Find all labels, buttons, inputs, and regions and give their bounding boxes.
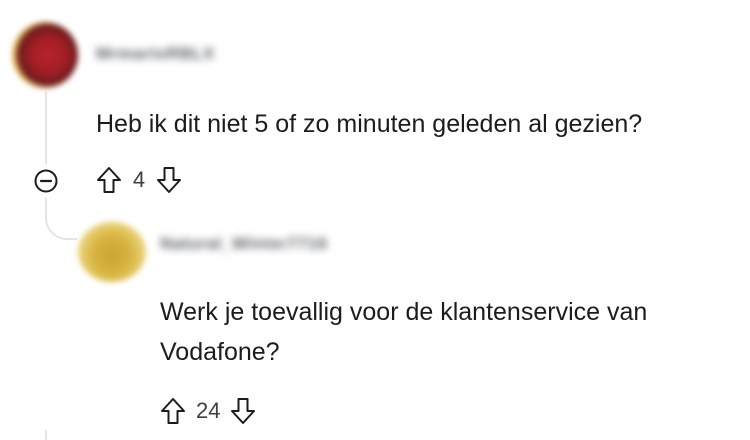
vote-count: 4: [132, 167, 146, 192]
comment-body: Werk je toevallig voor de klantenservice…: [160, 292, 647, 372]
username[interactable]: Natural_Winter7716: [160, 234, 328, 254]
thread-line-continuation: [45, 430, 47, 440]
downvote-button[interactable]: [152, 162, 186, 198]
avatar[interactable]: [12, 22, 78, 88]
arrow-down-outline-icon: [157, 167, 181, 193]
vote-controls: 4: [92, 162, 186, 198]
arrow-down-outline-icon: [231, 398, 256, 424]
avatar[interactable]: [78, 222, 146, 282]
comment-body-line: Vodafone?: [160, 338, 280, 366]
minus-circle-icon: [34, 169, 58, 193]
arrow-up-outline-icon: [161, 398, 185, 424]
comment-thread: MrmarioRBLX Heb ik dit niet 5 of zo minu…: [0, 0, 750, 440]
vote-count: 24: [196, 398, 221, 423]
comment-body: Heb ik dit niet 5 of zo minuten geleden …: [96, 110, 643, 138]
upvote-button[interactable]: [156, 393, 190, 429]
vote-controls: 24: [156, 393, 260, 429]
arrow-up-outline-icon: [97, 167, 121, 193]
reply-connector: [45, 198, 77, 240]
downvote-button[interactable]: [226, 393, 260, 429]
upvote-button[interactable]: [92, 162, 126, 198]
comment-body-line: Werk je toevallig voor de klantenservice…: [160, 298, 648, 326]
thread-line: [45, 92, 47, 164]
username[interactable]: MrmarioRBLX: [96, 44, 215, 64]
collapse-thread-button[interactable]: [31, 166, 61, 196]
